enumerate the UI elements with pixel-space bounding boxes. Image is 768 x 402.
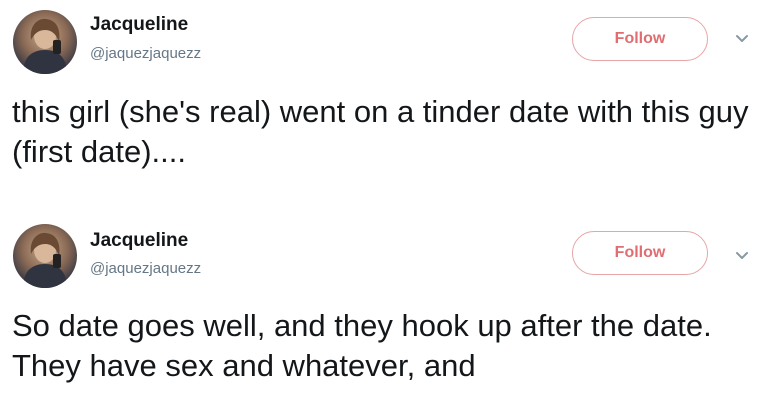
user-handle[interactable]: @jaquezjaquezz [90, 45, 201, 62]
avatar-photo-icon [23, 232, 67, 288]
avatar-photo-icon [23, 18, 67, 74]
tweet-text: this girl (she's real) went on a tinder … [12, 94, 749, 169]
user-name[interactable]: Jacqueline [90, 230, 188, 252]
chevron-down-icon[interactable] [733, 247, 751, 265]
user-handle[interactable]: @jaquezjaquezz [90, 260, 201, 277]
tweet-text: So date goes well, and they hook up afte… [12, 308, 712, 383]
tweet-feed: Jacqueline @jaquezjaquezz Follow this gi… [0, 0, 768, 402]
avatar[interactable] [13, 10, 77, 74]
follow-button[interactable]: Follow [572, 231, 708, 275]
avatar[interactable] [13, 224, 77, 288]
chevron-down-icon[interactable] [733, 30, 751, 48]
user-name[interactable]: Jacqueline [90, 14, 188, 36]
follow-button[interactable]: Follow [572, 17, 708, 61]
